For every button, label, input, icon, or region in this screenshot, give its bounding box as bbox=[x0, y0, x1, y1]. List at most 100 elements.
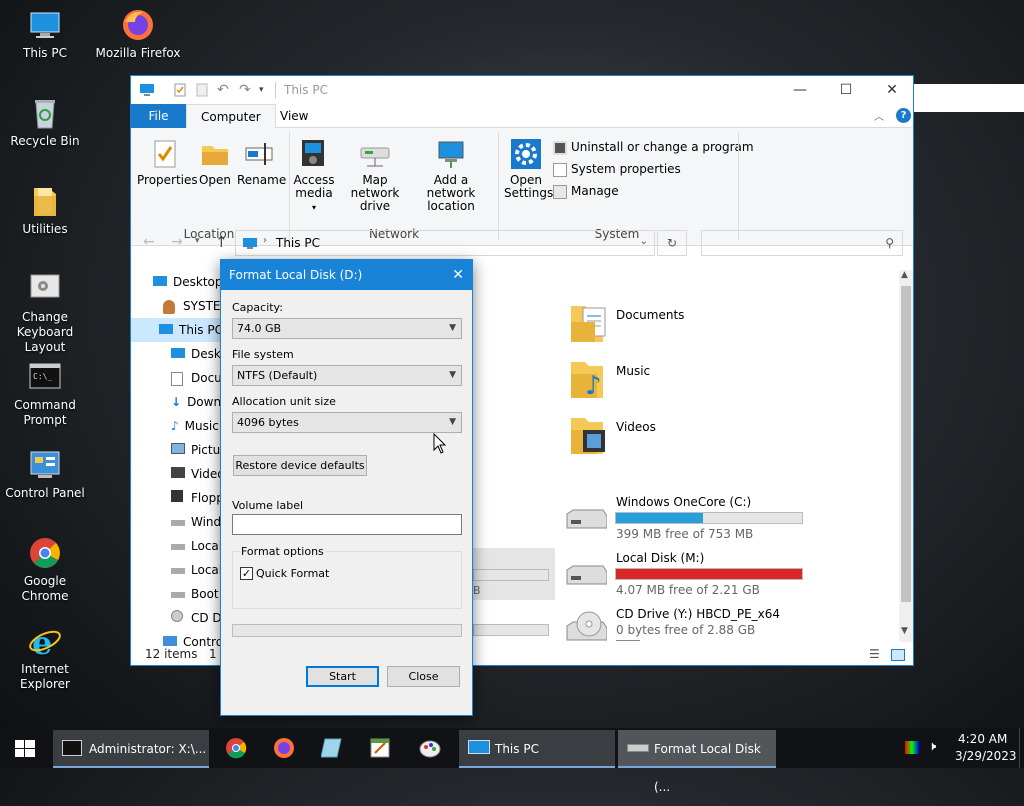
access-media-button[interactable]: Access media▾ bbox=[293, 138, 335, 214]
maximize-button[interactable]: ☐ bbox=[823, 76, 869, 104]
desktop-icon-command-prompt[interactable]: C:\_ Command Prompt bbox=[0, 360, 90, 428]
up-icon[interactable]: ↑ bbox=[215, 233, 228, 251]
map-network-drive-button[interactable]: Map network drive bbox=[337, 138, 413, 213]
drive-icon bbox=[171, 544, 185, 550]
taskbar-window-this-pc[interactable]: This PC bbox=[459, 730, 615, 768]
clock-time[interactable]: 4:20 AM bbox=[958, 732, 1007, 746]
details-view-icon[interactable]: ☰ bbox=[869, 647, 880, 661]
mouse-cursor-icon bbox=[433, 433, 447, 454]
taskbar-notepad[interactable] bbox=[308, 728, 356, 768]
drive-name: Windows OneCore (C:) bbox=[616, 495, 752, 509]
manage-button[interactable]: Manage bbox=[553, 184, 619, 202]
desktop-icon-firefox[interactable]: Mozilla Firefox bbox=[93, 8, 183, 61]
taskbar-chrome[interactable] bbox=[212, 728, 260, 768]
checkmark-icon: ✓ bbox=[241, 567, 252, 580]
desktop-icon-chrome[interactable]: Google Chrome bbox=[0, 536, 90, 604]
desktop-icon-keyboard-layout[interactable]: Change Keyboard Layout bbox=[0, 272, 90, 355]
folder-item-videos[interactable]: Videos bbox=[569, 412, 729, 462]
svg-text:e: e bbox=[32, 624, 52, 658]
nav-item-floppy[interactable]: Floppy bbox=[171, 486, 223, 510]
scroll-down-icon[interactable]: ▼ bbox=[901, 626, 908, 636]
tab-file[interactable]: File bbox=[131, 104, 186, 128]
taskbar-firefox[interactable] bbox=[260, 728, 308, 768]
start-button[interactable] bbox=[0, 728, 50, 768]
nav-item-desktop[interactable]: Desktop bbox=[171, 342, 223, 366]
tab-view[interactable]: View bbox=[266, 104, 322, 128]
restore-defaults-button[interactable]: Restore device defaults bbox=[233, 455, 367, 476]
nav-item-cd-drive[interactable]: CD Drive bbox=[171, 606, 223, 630]
dialog-close-icon[interactable]: ✕ bbox=[452, 260, 464, 290]
system-properties-button[interactable]: System properties bbox=[553, 162, 681, 180]
nav-item-desktop-root[interactable]: Desktop bbox=[153, 270, 223, 294]
allocation-unit-select[interactable]: 4096 bytes ▼ bbox=[232, 412, 462, 433]
nav-item-system[interactable]: SYSTEM bbox=[163, 294, 223, 318]
customize-quick-access-icon[interactable]: ▾ bbox=[259, 83, 273, 97]
quick-format-checkbox[interactable]: ✓ bbox=[240, 567, 253, 580]
open-settings-button[interactable]: Open Settings bbox=[504, 138, 553, 200]
folder-item-documents[interactable]: Documents bbox=[569, 300, 729, 350]
scroll-up-icon[interactable]: ▲ bbox=[901, 270, 908, 280]
open-button[interactable]: Open bbox=[197, 138, 233, 187]
desktop-icon-internet-explorer[interactable]: e Internet Explorer bbox=[0, 624, 90, 692]
forward-icon[interactable]: → bbox=[171, 234, 183, 250]
desktop-icon-recycle-bin[interactable]: Recycle Bin bbox=[0, 96, 90, 149]
back-icon[interactable]: ← bbox=[143, 234, 155, 250]
hidden-drive-size: B bbox=[473, 584, 481, 597]
capacity-select[interactable]: 74.0 GB ▼ bbox=[232, 318, 462, 339]
help-icon[interactable]: ? bbox=[896, 108, 911, 123]
nav-item-local-1[interactable]: Local bbox=[171, 534, 222, 558]
taskbar-window-format[interactable]: Format Local Disk (... bbox=[618, 730, 776, 794]
desktop-icon-utilities[interactable]: Utilities bbox=[0, 184, 90, 237]
collapse-ribbon-icon[interactable]: ︿ bbox=[874, 108, 884, 123]
nav-item-music[interactable]: ♪ Music bbox=[171, 414, 219, 438]
close-button[interactable]: ✕ bbox=[869, 76, 915, 104]
show-desktop-button[interactable] bbox=[1019, 728, 1024, 768]
display-color-icon[interactable] bbox=[905, 741, 919, 754]
file-system-select[interactable]: NTFS (Default) ▼ bbox=[232, 365, 462, 386]
capacity-label: Capacity: bbox=[232, 301, 283, 314]
properties-quick-icon[interactable] bbox=[173, 83, 187, 97]
drive-item-c[interactable]: Windows OneCore (C:) 399 MB free of 753 … bbox=[563, 492, 813, 542]
properties-button[interactable]: Properties bbox=[137, 138, 198, 187]
address-dropdown-icon[interactable]: ⌄ bbox=[640, 236, 648, 247]
minimize-button[interactable]: — bbox=[777, 76, 823, 104]
drive-item-m[interactable]: Local Disk (M:) 4.07 MB free of 2.21 GB bbox=[563, 548, 813, 598]
taskbar-window-command-prompt[interactable]: Administrator: X:\... bbox=[53, 730, 209, 768]
nav-item-pictures[interactable]: Pictures bbox=[171, 438, 223, 462]
taskbar-editor[interactable] bbox=[356, 728, 404, 768]
uninstall-button[interactable]: Uninstall or change a program bbox=[553, 140, 754, 158]
address-bar[interactable]: › This PC ⌄ bbox=[235, 230, 655, 256]
folder-item-music[interactable]: ♪ Music bbox=[569, 356, 729, 406]
add-network-location-button[interactable]: Add a network location bbox=[411, 138, 491, 213]
close-dialog-button[interactable]: Close bbox=[387, 666, 460, 687]
recent-locations-icon[interactable]: ▾ bbox=[195, 236, 200, 246]
nav-item-downloads[interactable]: ↓Downloads bbox=[171, 390, 223, 414]
rename-button[interactable]: Rename bbox=[237, 138, 286, 187]
nav-item-local-2[interactable]: Local bbox=[171, 558, 222, 582]
search-input[interactable]: ⚲ bbox=[701, 230, 903, 256]
drive-item-y[interactable]: CD Drive (Y:) HBCD_PE_x64 0 bytes free o… bbox=[563, 604, 813, 650]
nav-item-windows[interactable]: Windows bbox=[171, 510, 223, 534]
nav-item-documents[interactable]: Documents bbox=[171, 366, 223, 390]
nav-item-videos[interactable]: Videos bbox=[171, 462, 223, 486]
desktop-icon-control-panel[interactable]: Control Panel bbox=[0, 448, 90, 501]
tab-computer[interactable]: Computer bbox=[186, 104, 276, 129]
network-location-icon bbox=[435, 138, 467, 170]
start-button[interactable]: Start bbox=[306, 666, 379, 687]
nav-item-boot[interactable]: Boot bbox=[171, 582, 219, 606]
undo-icon[interactable]: ↶ bbox=[217, 83, 231, 97]
paint-icon bbox=[419, 740, 441, 758]
volume-label-input[interactable] bbox=[232, 514, 462, 535]
large-icons-view-icon[interactable] bbox=[891, 649, 905, 661]
nav-item-this-pc[interactable]: This PC bbox=[131, 318, 223, 342]
vertical-scrollbar[interactable]: ▲ ▼ bbox=[899, 270, 913, 642]
volume-muted-icon[interactable]: 🕨 bbox=[928, 739, 936, 754]
refresh-button[interactable]: ↻ bbox=[657, 230, 687, 256]
clock-date[interactable]: 3/29/2023 bbox=[955, 749, 1017, 763]
scroll-thumb[interactable] bbox=[901, 286, 911, 602]
taskbar-paint[interactable] bbox=[404, 728, 456, 768]
new-folder-quick-icon[interactable] bbox=[195, 83, 209, 97]
desktop-icon-this-pc[interactable]: This PC bbox=[0, 8, 90, 61]
redo-icon[interactable]: ↷ bbox=[239, 83, 253, 97]
drive-usage-bar bbox=[615, 512, 803, 524]
